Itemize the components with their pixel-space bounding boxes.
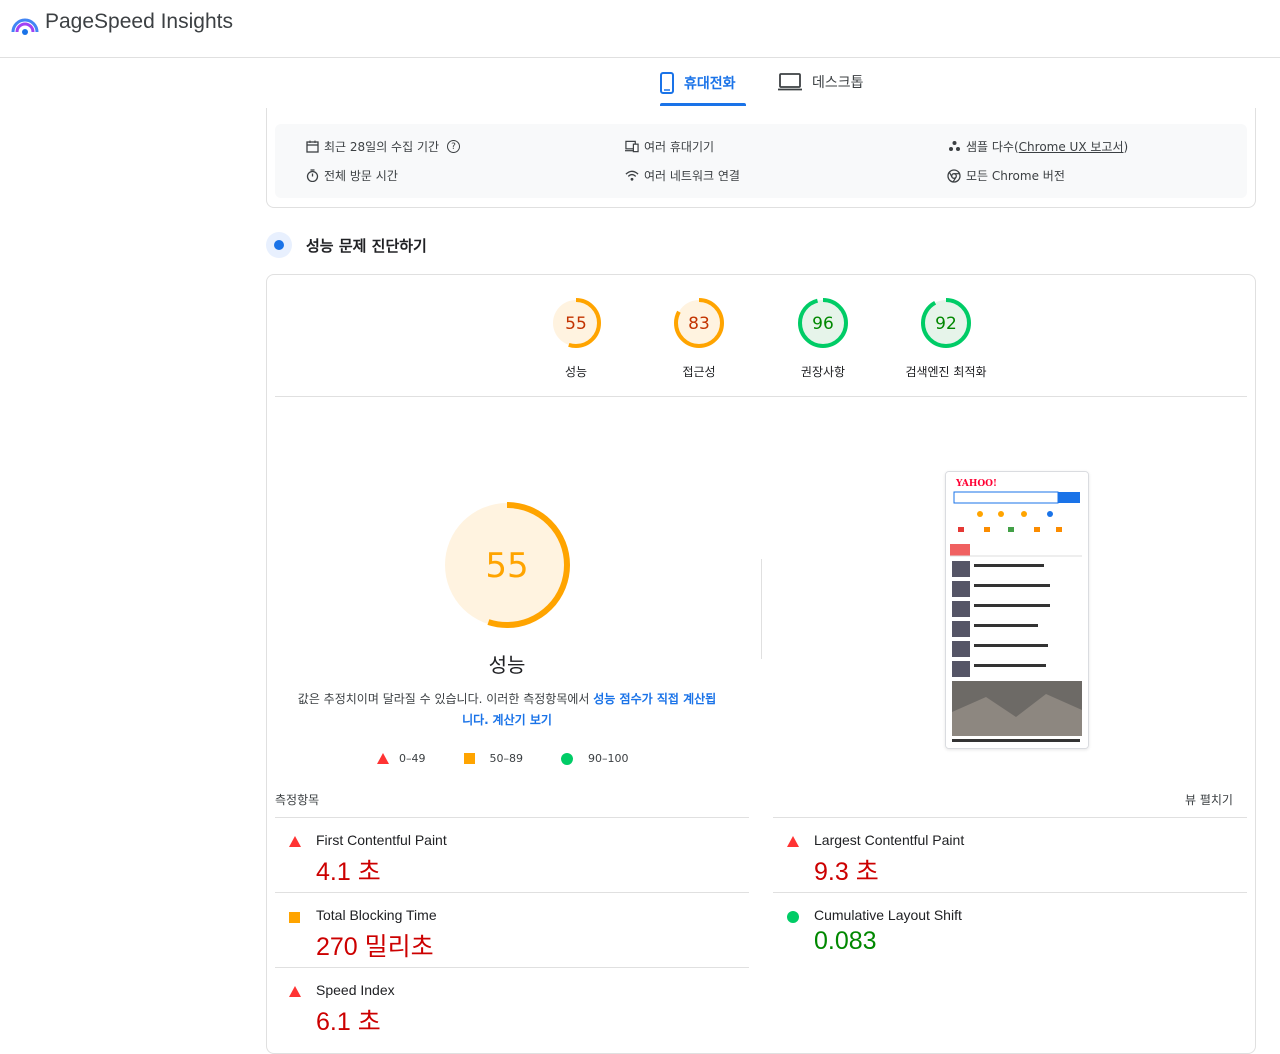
calculator-link[interactable]: 계산기 보기 xyxy=(493,713,552,727)
devices-icon xyxy=(625,140,639,154)
red-triangle-icon xyxy=(787,836,799,847)
metric-name: Cumulative Layout Shift xyxy=(814,907,962,923)
field-data-info-card: 최근 28일의 수집 기간 ? 여러 휴대기기 샘플 다수(Chrome UX … xyxy=(266,108,1256,208)
gauge-score: 96 xyxy=(812,314,834,334)
gauge-score: 83 xyxy=(688,314,710,334)
gauge-label: 검색엔진 최적화 xyxy=(905,365,987,379)
metric-name: Speed Index xyxy=(316,982,395,998)
final-screenshot-thumbnail[interactable]: YAHOO! xyxy=(945,471,1089,749)
red-triangle-icon xyxy=(289,836,301,847)
divider xyxy=(275,396,1247,397)
legend-pass: 90–100 xyxy=(561,752,629,765)
metric-value: 6.1 초 xyxy=(316,1008,381,1036)
app-title[interactable]: PageSpeed Insights xyxy=(45,10,233,34)
active-tab-indicator xyxy=(660,103,746,106)
wifi-icon xyxy=(625,169,639,183)
chrome-ux-report-link[interactable]: Chrome UX 보고서 xyxy=(1019,138,1124,155)
red-triangle-icon xyxy=(377,753,389,764)
metric-name: Largest Contentful Paint xyxy=(814,832,965,848)
gauge-ring: 92 xyxy=(921,298,971,348)
diagnose-heading: 성능 문제 진단하기 xyxy=(266,232,427,258)
legend-fail: 0–49 xyxy=(377,752,426,765)
gauge-performance[interactable]: 55 성능 xyxy=(516,297,636,380)
metrics-heading: 측정항목 xyxy=(275,793,320,807)
svg-text:YAHOO!: YAHOO! xyxy=(955,479,997,489)
performance-gauge-large: 55 xyxy=(444,502,570,628)
gauge-seo[interactable]: 92 검색엔진 최적화 xyxy=(886,297,1006,380)
info-visit-duration: 전체 방문 시간 xyxy=(305,167,398,184)
network-text: 여러 네트워크 연결 xyxy=(644,169,740,183)
field-data-info-box: 최근 28일의 수집 기간 ? 여러 휴대기기 샘플 다수(Chrome UX … xyxy=(275,124,1247,198)
chrome-icon xyxy=(947,168,961,183)
legend-pass-label: 90–100 xyxy=(588,752,629,765)
orange-square-icon xyxy=(463,753,475,764)
gauge-ring: 55 xyxy=(551,298,601,348)
pagespeed-logo-icon[interactable] xyxy=(11,12,39,36)
score-legend: 0–49 50–89 90–100 xyxy=(377,752,667,765)
category-gauges: 55 성능 83 접근성 96 권장사항 92 검색엔진 최적화 xyxy=(267,275,1255,395)
metric-fcp: First Contentful Paint 4.1 초 xyxy=(275,817,749,892)
people-group-icon xyxy=(947,140,961,154)
performance-description: 값은 추정치이며 달라질 수 있습니다. 이러한 측정항목에서 성능 점수가 직… xyxy=(297,689,717,731)
smartphone-icon xyxy=(660,72,674,94)
green-circle-icon xyxy=(561,752,573,765)
tab-mobile[interactable]: 휴대전화 xyxy=(660,72,736,94)
metric-value: 9.3 초 xyxy=(814,858,879,886)
tab-desktop[interactable]: 데스크톱 xyxy=(778,72,864,92)
lighthouse-icon xyxy=(266,232,292,258)
vertical-divider xyxy=(761,559,762,659)
gauge-accessibility[interactable]: 83 접근성 xyxy=(639,297,759,380)
visit-duration-text: 전체 방문 시간 xyxy=(324,169,398,183)
samples-prefix: 샘플 다수( xyxy=(966,140,1019,154)
description-text: 값은 추정치이며 달라질 수 있습니다. 이러한 측정항목에서 xyxy=(297,692,594,706)
gauge-best-practices[interactable]: 96 권장사항 xyxy=(763,297,883,380)
gauge-ring: 83 xyxy=(674,298,724,348)
timer-icon xyxy=(305,169,319,183)
orange-square-icon xyxy=(289,912,300,923)
top-bar: PageSpeed Insights xyxy=(0,0,1280,58)
info-network: 여러 네트워크 연결 xyxy=(625,167,740,184)
desktop-icon xyxy=(778,73,802,91)
tab-mobile-label: 휴대전화 xyxy=(684,76,736,92)
info-collection-period: 최근 28일의 수집 기간 ? xyxy=(305,138,461,155)
metric-name: Total Blocking Time xyxy=(316,907,437,923)
help-icon[interactable]: ? xyxy=(447,140,461,153)
devices-text: 여러 휴대기기 xyxy=(644,140,715,154)
legend-average-label: 50–89 xyxy=(489,752,524,765)
metric-name: First Contentful Paint xyxy=(316,832,447,848)
lighthouse-report-card: 55 성능 83 접근성 96 권장사항 92 검색엔진 최적화 55 성능 값… xyxy=(266,274,1256,1054)
metric-speed-index: Speed Index 6.1 초 xyxy=(275,967,749,1042)
gauge-label: 접근성 xyxy=(682,365,716,379)
metric-value: 0.083 xyxy=(814,927,877,955)
green-circle-icon xyxy=(787,911,799,923)
gauge-score: 55 xyxy=(565,314,587,334)
gauge-ring: 96 xyxy=(798,298,848,348)
collection-period-text: 최근 28일의 수집 기간 xyxy=(324,140,440,154)
performance-score-large: 55 xyxy=(485,546,528,586)
legend-average: 50–89 xyxy=(463,752,524,765)
device-tabs: 휴대전화 데스크톱 xyxy=(0,58,1280,108)
gauge-score: 92 xyxy=(935,314,957,334)
metric-lcp: Largest Contentful Paint 9.3 초 xyxy=(773,817,1247,892)
info-devices: 여러 휴대기기 xyxy=(625,138,714,155)
metric-value: 270 밀리초 xyxy=(316,933,434,961)
chrome-versions-text: 모든 Chrome 버전 xyxy=(966,169,1065,183)
info-chrome-versions: 모든 Chrome 버전 xyxy=(947,167,1065,184)
samples-suffix: ) xyxy=(1123,139,1129,154)
info-samples: 샘플 다수(Chrome UX 보고서) xyxy=(947,138,1128,155)
metric-tbt: Total Blocking Time 270 밀리초 xyxy=(275,892,749,967)
metric-cls: Cumulative Layout Shift 0.083 xyxy=(773,892,1247,967)
gauge-label: 성능 xyxy=(564,365,588,379)
red-triangle-icon xyxy=(289,986,301,997)
metric-value: 4.1 초 xyxy=(316,858,381,886)
legend-fail-label: 0–49 xyxy=(399,752,426,765)
performance-label: 성능 xyxy=(488,653,526,677)
diagnose-title: 성능 문제 진단하기 xyxy=(306,236,427,255)
tab-desktop-label: 데스크톱 xyxy=(812,75,864,91)
page-screenshot-image: YAHOO! xyxy=(946,472,1088,748)
expand-view-toggle[interactable]: 뷰 펼치기 xyxy=(1185,791,1233,808)
calendar-icon xyxy=(305,140,319,154)
gauge-label: 권장사항 xyxy=(800,365,846,379)
